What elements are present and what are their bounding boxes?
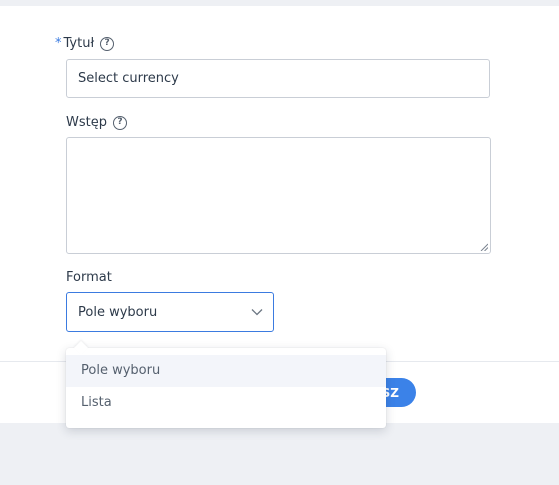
question-circle-icon[interactable]: ? [100, 36, 115, 51]
intro-label-text: Wstęp [66, 115, 107, 130]
title-label-text: Tytuł [63, 36, 95, 51]
intro-field-label: Wstęp ? [66, 115, 127, 130]
intro-textarea[interactable] [66, 137, 491, 254]
format-select-value: Pole wyboru [78, 304, 158, 320]
title-input[interactable]: Select currency [66, 59, 490, 98]
question-circle-icon[interactable]: ? [112, 115, 127, 130]
resize-grip-icon[interactable] [480, 243, 488, 251]
dropdown-option-pole-wyboru[interactable]: Pole wyboru [66, 355, 386, 387]
title-field-label: * Tytuł ? [55, 36, 115, 51]
format-dropdown-menu: Pole wyboru Lista [66, 348, 386, 428]
required-marker: * [55, 36, 62, 51]
dropdown-option-lista[interactable]: Lista [66, 387, 386, 419]
chevron-down-icon [251, 309, 263, 316]
format-select[interactable]: Pole wyboru [66, 292, 274, 332]
title-input-value: Select currency [78, 71, 179, 86]
page-background [0, 423, 559, 485]
format-label-text: Format [66, 270, 112, 285]
format-field-label: Format [66, 270, 112, 285]
